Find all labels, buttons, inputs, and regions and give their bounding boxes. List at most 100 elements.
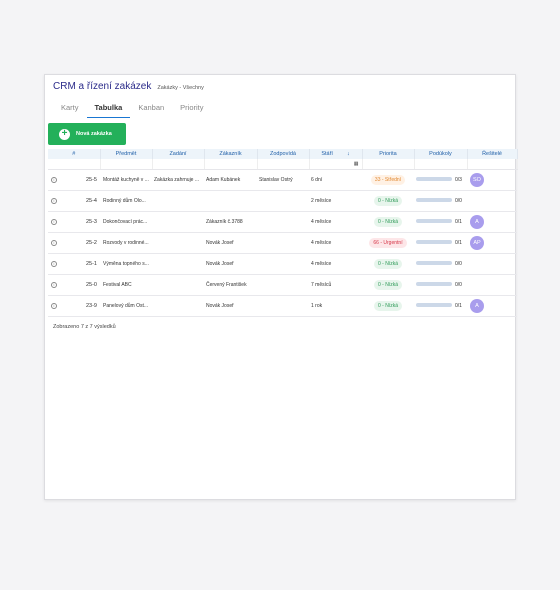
subtasks-cell: 0/3 xyxy=(414,169,467,191)
subject-cell[interactable]: Panelový dům Ost... xyxy=(100,295,152,317)
assignees-cell xyxy=(467,253,517,275)
age-cell: 1 rok xyxy=(309,295,362,317)
avatar[interactable]: A xyxy=(470,298,484,313)
new-order-button[interactable]: + Nová zakázka xyxy=(48,123,126,145)
info-icon[interactable]: i xyxy=(51,239,57,246)
table-row[interactable]: i 25-4 Rodinný dům Olo... 2 měsíce 0 - Nízká… xyxy=(48,190,517,212)
subject-cell[interactable]: Výměna topného s... xyxy=(100,253,152,275)
subtasks-progress xyxy=(416,282,452,287)
assignment-cell xyxy=(152,232,204,254)
order-number[interactable]: 25-2 xyxy=(86,240,100,246)
col-age[interactable]: Stáří ↓ xyxy=(309,149,363,159)
order-number[interactable]: 25-0 xyxy=(86,282,100,288)
subtasks-cell: 0/1 xyxy=(414,295,467,317)
view-tabs: Karty Tabulka Kanban Priority xyxy=(53,101,212,118)
age-cell: 2 měsíce xyxy=(309,190,362,212)
assignment-cell xyxy=(152,295,204,317)
new-order-label: Nová zakázka xyxy=(76,131,112,137)
subtasks-progress xyxy=(416,240,452,245)
priority-badge: 0 - Nízká xyxy=(373,216,402,227)
filter-cell[interactable] xyxy=(204,159,258,170)
filter-cell[interactable] xyxy=(362,159,415,170)
avatar[interactable]: SO xyxy=(470,172,484,187)
order-number[interactable]: 25-1 xyxy=(86,261,100,267)
order-number[interactable]: 25-5 xyxy=(86,177,100,183)
info-icon[interactable]: i xyxy=(51,197,57,204)
number-cell: i 25-2 xyxy=(48,232,100,254)
responsible-cell: Stanislav Ostrý xyxy=(257,169,309,191)
subject-cell[interactable]: Festival ABC xyxy=(100,274,152,296)
priority-cell: 0 - Nízká xyxy=(362,211,414,233)
customer-cell: Novák Josef xyxy=(204,295,257,317)
tab-tabulka[interactable]: Tabulka xyxy=(86,101,131,118)
table-row[interactable]: i 25-5 Montáž kuchyně v ... Zakázka zahrnuj… xyxy=(48,169,517,191)
tab-kanban[interactable]: Kanban xyxy=(130,101,172,118)
filter-cell[interactable] xyxy=(257,159,310,170)
priority-cell: 0 - Nízká xyxy=(362,253,414,275)
number-cell: i 25-0 xyxy=(48,274,100,296)
number-cell: i 23-9 xyxy=(48,295,100,317)
tab-priority[interactable]: Priority xyxy=(172,101,211,118)
subject-cell[interactable]: Dokončovací prác... xyxy=(100,211,152,233)
priority-badge: 0 - Nízká xyxy=(373,195,402,206)
subtasks-cell: 0/1 xyxy=(414,232,467,254)
info-icon[interactable]: i xyxy=(51,281,57,288)
filter-cell[interactable] xyxy=(48,159,101,170)
customer-cell xyxy=(204,190,257,212)
priority-badge: 33 - Střední xyxy=(370,174,406,185)
col-assignment[interactable]: Zadání xyxy=(152,149,205,159)
number-cell: i 25-4 xyxy=(48,190,100,212)
col-responsible[interactable]: Zodpovídá xyxy=(257,149,310,159)
number-cell: i 25-1 xyxy=(48,253,100,275)
subject-cell[interactable]: Rodinný dům Olo... xyxy=(100,190,152,212)
col-subtasks[interactable]: Podúkoly xyxy=(414,149,468,159)
assignment-cell: Zakázka zahrnuje ... xyxy=(152,169,204,191)
avatar[interactable]: AP xyxy=(470,235,484,250)
subtasks-count: 0/1 xyxy=(455,302,462,309)
tab-karty[interactable]: Karty xyxy=(53,101,87,118)
subtasks-progress xyxy=(416,261,452,266)
filter-cell[interactable] xyxy=(467,159,518,170)
subtasks-progress xyxy=(416,219,452,224)
priority-badge: 0 - Nízká xyxy=(373,279,402,290)
order-number[interactable]: 25-4 xyxy=(86,198,100,204)
info-icon[interactable]: i xyxy=(51,260,57,267)
order-number[interactable]: 23-9 xyxy=(86,303,100,309)
table-row[interactable]: i 25-2 Rozvody v rodinné... Novák Josef 4 mě… xyxy=(48,232,517,254)
col-customer[interactable]: Zákazník xyxy=(204,149,258,159)
col-priority[interactable]: Priorita xyxy=(362,149,415,159)
subject-cell[interactable]: Rozvody v rodinné... xyxy=(100,232,152,254)
sort-down-icon: ↓ xyxy=(346,151,350,157)
customer-cell: Novák Josef xyxy=(204,253,257,275)
responsible-cell xyxy=(257,274,309,296)
subject-cell[interactable]: Montáž kuchyně v ... xyxy=(100,169,152,191)
table-row[interactable]: i 23-9 Panelový dům Ost... Novák Josef 1 rok… xyxy=(48,295,517,317)
order-number[interactable]: 25-3 xyxy=(86,219,100,225)
assignees-cell: A xyxy=(467,295,517,317)
info-icon[interactable]: i xyxy=(51,176,57,183)
responsible-cell xyxy=(257,232,309,254)
age-cell: 4 měsíce xyxy=(309,253,362,275)
table-row[interactable]: i 25-3 Dokončovací prác... Zákazník č.3788 4… xyxy=(48,211,517,233)
breadcrumb[interactable]: Zakázky - Všechny xyxy=(157,85,203,91)
table-row[interactable]: i 25-0 Festival ABC Červený František 7 měsí… xyxy=(48,274,517,296)
filter-cell[interactable] xyxy=(100,159,153,170)
assignees-cell: SO xyxy=(467,169,517,191)
filter-cell-age[interactable]: ▦ xyxy=(309,159,363,170)
table-row[interactable]: i 25-1 Výměna topného s... Novák Josef 4 měs… xyxy=(48,253,517,275)
filter-cell[interactable] xyxy=(414,159,468,170)
avatar[interactable]: A xyxy=(470,214,484,229)
orders-table: # Předmět Zadání Zákazník Zodpovídá Stář… xyxy=(48,149,518,317)
assignees-cell xyxy=(467,190,517,212)
page-header: CRM a řízení zakázek Zakázky - Všechny xyxy=(53,81,204,92)
col-subject[interactable]: Předmět xyxy=(100,149,153,159)
priority-cell: 33 - Střední xyxy=(362,169,414,191)
priority-badge: 0 - Nízká xyxy=(373,258,402,269)
subtasks-cell: 0/0 xyxy=(414,190,467,212)
filter-cell[interactable] xyxy=(152,159,205,170)
calendar-icon[interactable]: ▦ xyxy=(354,161,359,167)
col-assignees[interactable]: Řešitelé xyxy=(467,149,518,159)
col-number[interactable]: # xyxy=(48,149,101,159)
info-icon[interactable]: i xyxy=(51,218,57,225)
info-icon[interactable]: i xyxy=(51,302,57,309)
